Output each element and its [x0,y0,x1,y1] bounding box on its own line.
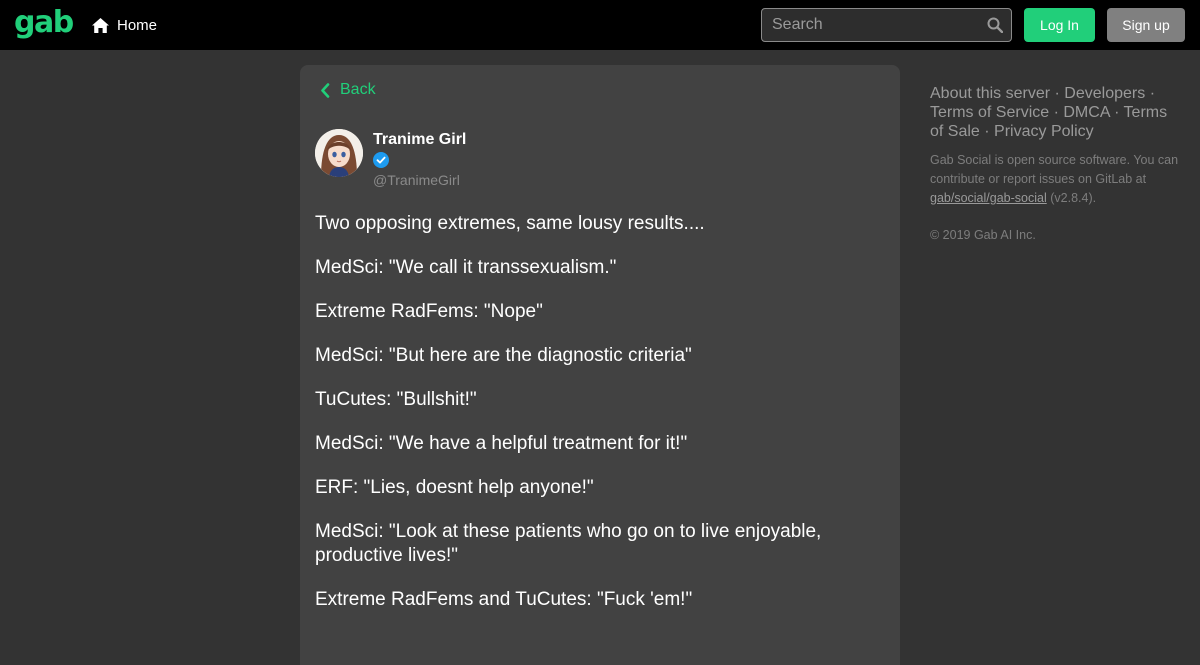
top-navbar: gab Home Log In Sign up [0,0,1200,50]
about-description: Gab Social is open source software. You … [930,153,1179,186]
developers-link[interactable]: Developers [1064,85,1145,102]
footer-links: About this server · Developers · Terms o… [930,84,1180,141]
sidebar: About this server · Developers · Terms o… [930,84,1180,242]
separator: · [1149,85,1156,102]
home-nav-label: Home [117,16,158,34]
post-paragraph: TuCutes: "Bullshit!" [315,389,477,410]
user-handle[interactable]: @TranimeGirl [373,172,460,188]
copyright: © 2019 Gab AI Inc. [930,228,1036,242]
display-name[interactable]: Tranime Girl [373,131,466,149]
search-input[interactable] [762,9,1011,41]
version-label: (v2.8.4). [1050,191,1097,205]
login-button[interactable]: Log In [1024,8,1095,42]
about-server-link[interactable]: About this server [930,85,1050,102]
about-text: Gab Social is open source software. You … [930,151,1180,208]
post-paragraph: Extreme RadFems and TuCutes: "Fuck 'em!" [315,589,693,610]
separator: · [984,123,990,140]
avatar[interactable] [315,129,363,177]
post-paragraph: ERF: "Lies, doesnt help anyone!" [315,477,594,498]
post-paragraph: MedSci: "Look at these patients who go o… [315,521,822,566]
search-box [761,8,1012,42]
home-nav-link[interactable]: Home [92,15,157,35]
post-card: Back Tranime Girl @TranimeGirl Two oppos… [300,65,900,665]
post-paragraph: Two opposing extremes, same lousy result… [315,213,705,234]
post-paragraph: Extreme RadFems: "Nope" [315,301,543,322]
search-icon[interactable] [987,17,1003,33]
verified-badge-icon [373,152,389,168]
chevron-left-icon [321,82,330,98]
separator: · [1054,85,1060,102]
avatar-image [315,129,363,177]
gitlab-repo-link[interactable]: gab/social/gab-social [930,191,1047,205]
gab-logo[interactable]: gab [14,6,74,40]
back-label: Back [340,81,376,98]
back-button[interactable]: Back [320,79,376,101]
terms-of-service-link[interactable]: Terms of Service [930,104,1049,121]
post-paragraph: MedSci: "But here are the diagnostic cri… [315,345,692,366]
dmca-link[interactable]: DMCA [1063,104,1109,121]
post-paragraph: MedSci: "We have a helpful treatment for… [315,433,688,454]
signup-button[interactable]: Sign up [1107,8,1185,42]
home-icon [92,17,109,33]
post-paragraph: MedSci: "We call it transsexualism." [315,257,617,278]
post-body: Two opposing extremes, same lousy result… [315,212,885,632]
separator: · [1053,104,1059,121]
separator: · [1114,104,1120,121]
privacy-policy-link[interactable]: Privacy Policy [994,123,1094,140]
